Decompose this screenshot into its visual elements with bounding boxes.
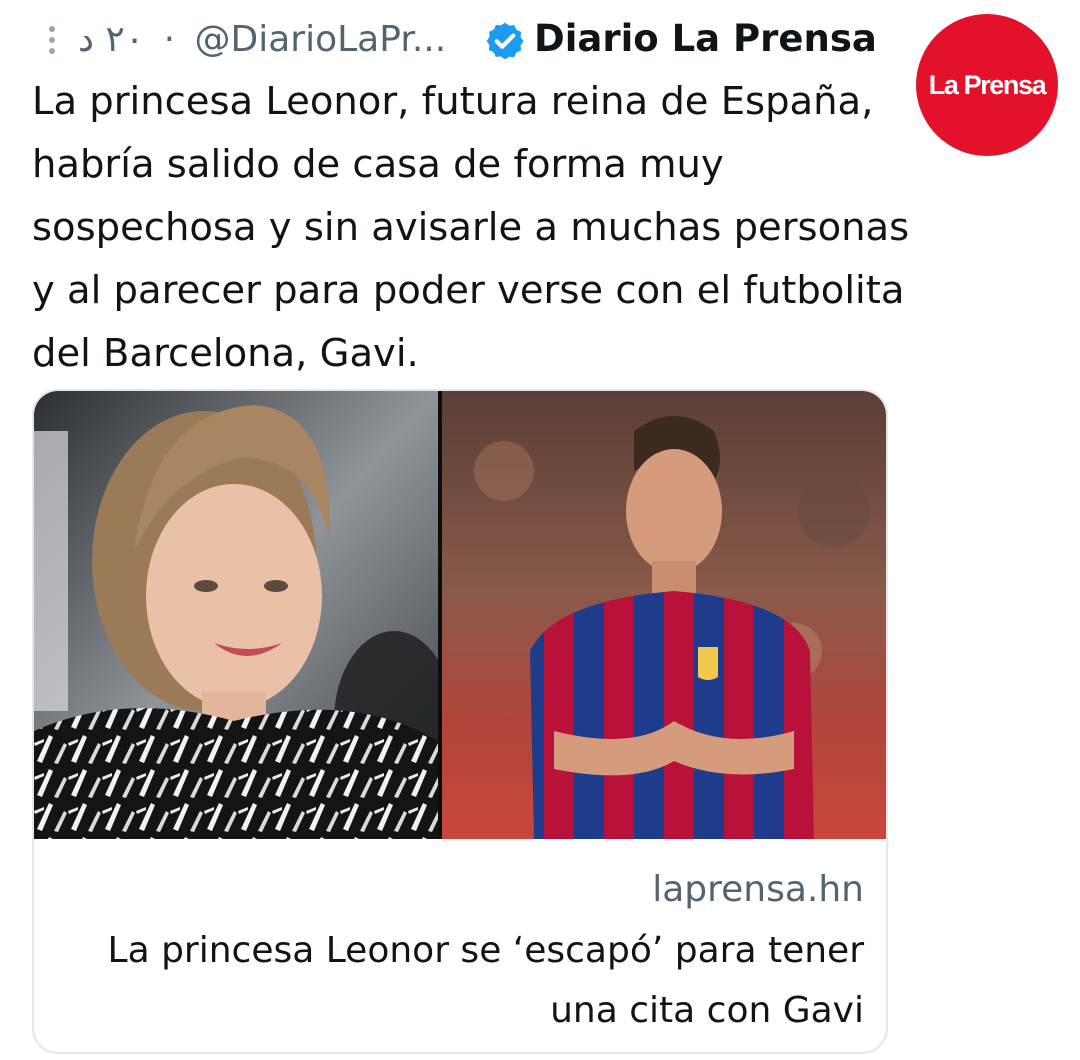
card-domain: laprensa.hn	[652, 869, 864, 910]
tweet-text: La princesa Leonor, futura reina de Espa…	[32, 79, 910, 376]
tweet-timestamp[interactable]: ٢٠ د	[78, 19, 144, 60]
display-name[interactable]: Diario La Prensa	[534, 14, 877, 64]
user-handle[interactable]: @DiarioLaPr...	[195, 19, 447, 60]
more-vertical-icon[interactable]	[44, 20, 60, 60]
verified-badge-icon	[486, 22, 524, 60]
avatar[interactable]: La Prensa	[916, 14, 1058, 156]
card-title[interactable]: La princesa Leonor se ‘escapó’ para tene…	[64, 921, 864, 1041]
meta-separator: ·	[163, 19, 176, 60]
tweet-meta: ٢٠ د · @DiarioLaPr...	[78, 14, 446, 64]
avatar-logo-text: La Prensa	[928, 69, 1047, 100]
link-card[interactable]: laprensa.hn La princesa Leonor se ‘escap…	[32, 389, 888, 1054]
card-image[interactable]	[34, 391, 886, 839]
